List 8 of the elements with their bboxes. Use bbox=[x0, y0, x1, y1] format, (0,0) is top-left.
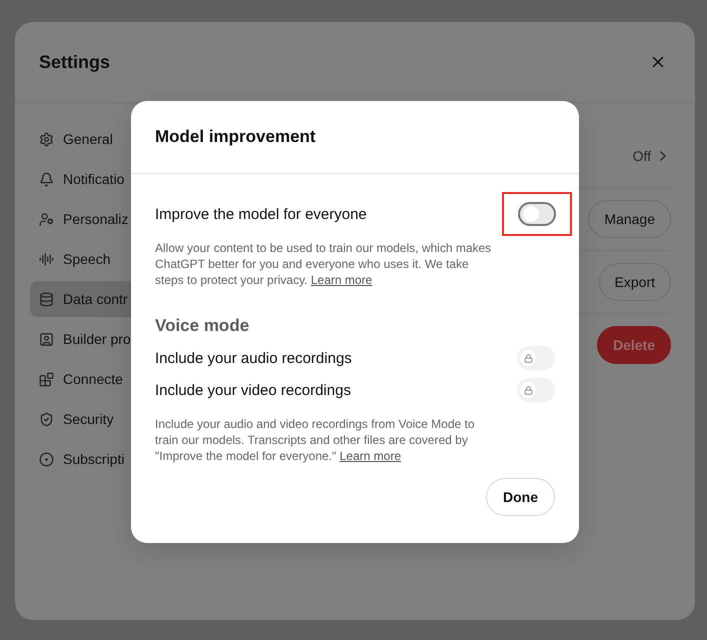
setting-label: Include your audio recordings bbox=[155, 350, 352, 366]
dialog-title: Model improvement bbox=[155, 127, 316, 147]
section-title: Voice mode bbox=[155, 316, 250, 336]
setting-label: Improve the model for everyone bbox=[155, 206, 367, 222]
section-description: Include your audio and video recordings from Voice Mode to train our models. Transcripts and other files are covered by "Improve the model for everyone." Learn more bbox=[155, 416, 476, 464]
settings-title: Settings bbox=[39, 52, 110, 72]
setting-description: Allow your content to be used to train our models, which makes ChatGPT better for you and everyone who uses it. We take steps to protect your privacy. Learn more bbox=[155, 240, 492, 288]
setting-label: Include your video recordings bbox=[155, 382, 351, 398]
